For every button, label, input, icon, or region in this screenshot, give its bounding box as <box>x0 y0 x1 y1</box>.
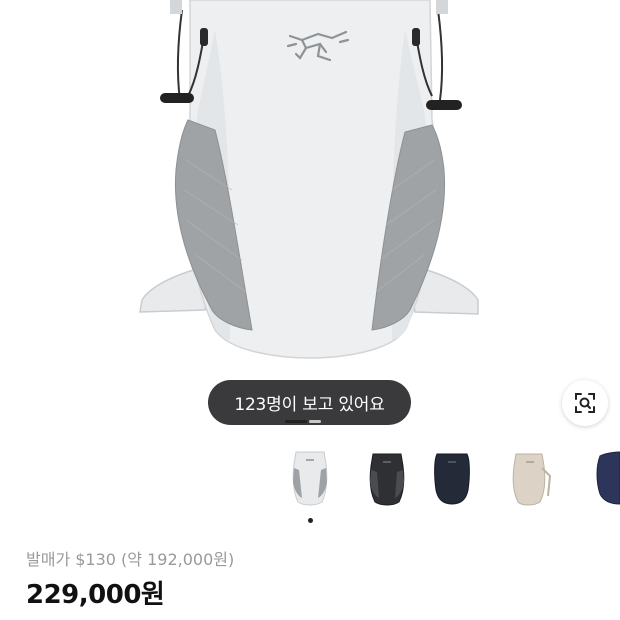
color-option-black[interactable] <box>357 446 417 510</box>
color-option-white[interactable] <box>280 446 340 510</box>
backpack-thumbnail-black <box>369 453 405 506</box>
carousel-indicator-inactive <box>309 420 321 423</box>
backpack-thumbnail-beige <box>512 453 552 506</box>
current-price: 229,000원 <box>26 580 165 610</box>
lens-search-button[interactable] <box>562 380 608 426</box>
lens-search-icon <box>575 393 595 413</box>
carousel-indicator-active <box>285 420 307 423</box>
backpack-thumbnail-navy <box>434 453 470 505</box>
color-option-beige[interactable] <box>500 446 560 510</box>
backpack-illustration <box>139 0 479 359</box>
selected-color-dot <box>308 518 313 523</box>
color-option-blue[interactable] <box>592 446 620 510</box>
product-image[interactable] <box>0 0 620 380</box>
backpack-thumbnail-white <box>292 451 328 506</box>
retail-price: 발매가 $130 (약 192,000원) <box>26 550 235 569</box>
backpack-thumbnail-blue <box>596 451 620 505</box>
viewers-badge: 123명이 보고 있어요 <box>208 380 411 425</box>
carousel-indicator <box>285 420 335 423</box>
color-option-navy[interactable] <box>422 446 482 510</box>
